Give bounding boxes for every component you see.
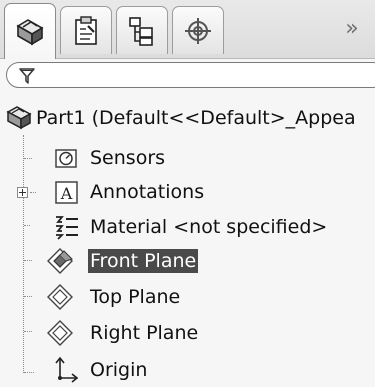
origin-icon bbox=[55, 356, 78, 383]
configuration-manager-icon bbox=[129, 16, 153, 46]
tree-item-label: Annotations bbox=[90, 181, 205, 203]
tree-item-front-plane[interactable]: Front Plane bbox=[0, 244, 375, 278]
filter-icon bbox=[19, 68, 35, 84]
tree-item-label: Sensors bbox=[90, 147, 166, 169]
tree-item-label: Material <not specified> bbox=[90, 216, 328, 238]
property-manager-icon bbox=[75, 15, 97, 45]
tree-root-part[interactable]: Part1 (Default<<Default>_Appea bbox=[0, 101, 375, 135]
tree-item-material[interactable]: Material <not specified> bbox=[0, 210, 375, 244]
sensors-icon bbox=[55, 149, 77, 168]
material-icon bbox=[56, 216, 78, 240]
manager-tab-strip: » bbox=[0, 0, 375, 59]
tree-item-sensors[interactable]: Sensors bbox=[0, 141, 375, 175]
tree-item-annotations[interactable]: A Annotations bbox=[0, 175, 375, 209]
feature-tree-icon bbox=[16, 18, 44, 45]
tree-item-label: Top Plane bbox=[90, 286, 181, 308]
plane-icon bbox=[47, 284, 73, 310]
plane-icon bbox=[47, 320, 73, 346]
dimxpert-manager-icon bbox=[185, 17, 211, 44]
tree-item-label: Front Plane bbox=[88, 249, 199, 273]
expand-toggle-icon[interactable] bbox=[17, 187, 28, 198]
tab-feature-manager[interactable] bbox=[4, 3, 56, 59]
tree-filter-input[interactable] bbox=[6, 62, 375, 88]
tree-item-top-plane[interactable]: Top Plane bbox=[0, 280, 375, 314]
tab-property-manager[interactable] bbox=[60, 6, 112, 54]
part-icon bbox=[6, 106, 32, 130]
tree-item-right-plane[interactable]: Right Plane bbox=[0, 316, 375, 350]
tree-item-origin[interactable]: Origin bbox=[0, 353, 375, 387]
overflow-chevron-icon: » bbox=[345, 15, 359, 41]
annotations-icon: A bbox=[55, 181, 78, 204]
tab-overflow-button[interactable]: » bbox=[339, 14, 365, 42]
plane-icon bbox=[47, 248, 73, 274]
tab-configuration-manager[interactable] bbox=[116, 6, 168, 54]
tree-item-label: Origin bbox=[90, 359, 148, 381]
svg-text:A: A bbox=[60, 184, 73, 203]
tree-root-label: Part1 (Default<<Default>_Appea bbox=[36, 107, 356, 129]
feature-manager-panel: » Part1 (Default<<Default>_Appea Sensors… bbox=[0, 0, 375, 387]
tab-dimxpert-manager[interactable] bbox=[172, 6, 224, 54]
tree-item-label: Right Plane bbox=[90, 322, 199, 344]
